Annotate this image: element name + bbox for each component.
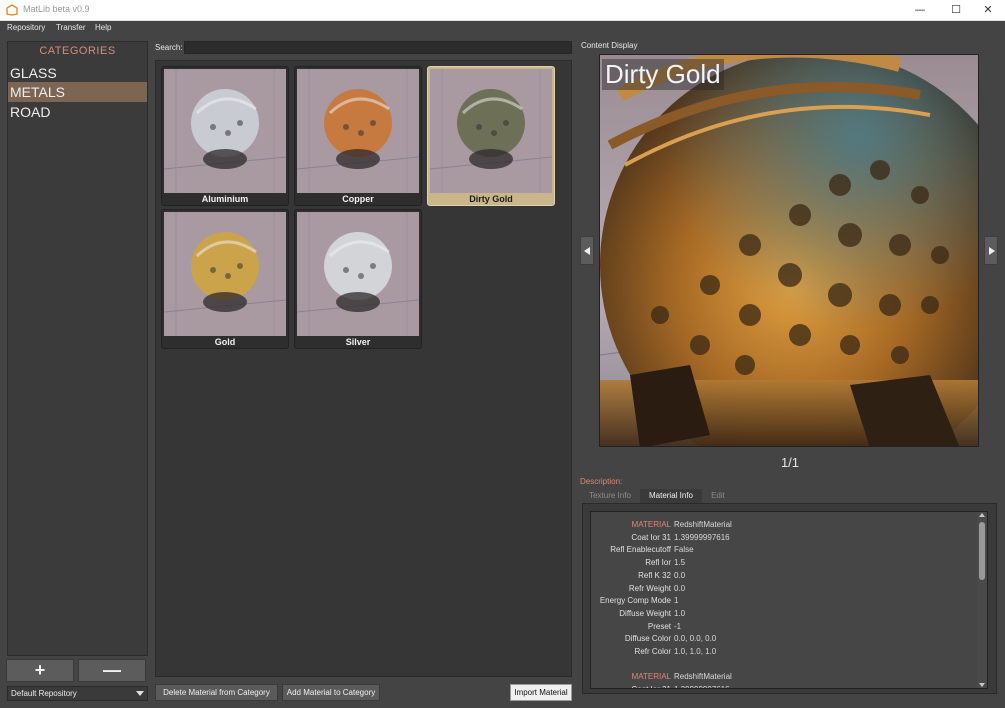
app-logo-icon [6,4,18,16]
tab-texture-info[interactable]: Texture Info [582,489,638,503]
property-value: 1.5 [674,558,686,568]
property-value: 1.0 [674,608,686,618]
material-tile[interactable]: Gold [161,209,289,349]
category-item-road[interactable]: ROAD [8,102,147,122]
material-thumbnail [297,212,419,336]
property-row: Refl K 32 0.0 [591,571,971,583]
page-counter: 1/1 [780,455,800,470]
property-row: Coat Ior 311.39999997616 [591,685,971,688]
property-key: MATERIAL [631,520,671,529]
next-button[interactable] [984,236,998,265]
description-label: Description: [580,477,623,486]
property-key: Coat Ior 31 [591,685,671,688]
search-label: Search: [155,43,183,52]
categories-panel: CATEGORIES GLASS METALS ROAD [7,41,148,656]
material-thumbnail [430,69,552,193]
repository-select[interactable]: Default Repository [7,686,148,701]
property-value: 1 [674,596,679,606]
menu-transfer[interactable]: Transfer [56,23,86,32]
maximize-button[interactable]: ☐ [938,0,974,21]
property-value: RedshiftMaterial [674,672,732,682]
category-item-glass[interactable]: GLASS [8,63,147,83]
material-thumbnail [164,212,286,336]
minimize-button[interactable]: — [902,0,938,21]
window-title: MatLib beta v0.9 [23,4,90,14]
property-key: Refr Weight [628,583,671,593]
property-value: 0.0, 0.0, 0.0 [674,634,717,644]
property-value: 1.39999997616 [674,685,730,688]
property-key: Refl Enablecutoff [610,545,671,555]
property-row: Refr Weight 0.0 [591,584,971,596]
content-display-label: Content Display [581,41,638,50]
chevron-down-icon [136,691,144,696]
delete-material-button[interactable]: Delete Material from Category [155,684,278,701]
property-row: Preset -1 [591,622,971,634]
scroll-down-icon[interactable] [979,683,985,687]
property-key: Refr Color [634,647,671,656]
property-row: Refl Enablecutoff False [591,545,971,557]
previous-button[interactable] [580,236,594,265]
property-key: MATERIAL [631,672,671,682]
description-scrollbar[interactable] [977,512,987,688]
property-value: 0.0 [674,570,686,580]
property-key: Diffuse Color [624,634,671,644]
material-tile[interactable]: Dirty Gold [427,66,555,206]
material-name: Silver [345,337,371,347]
material-thumbnail [297,69,419,193]
property-row: Energy Comp Mode 1 [591,596,971,608]
tab-material-info[interactable]: Material Info [640,489,702,503]
material-name: Gold [214,337,236,347]
close-button[interactable]: ✕ [970,0,1005,21]
scroll-up-icon[interactable] [979,513,985,517]
property-row: Diffuse Color 0.0, 0.0, 0.0 [591,634,971,646]
material-preview: Dirty Gold [599,54,979,447]
menu-repository[interactable]: Repository [7,23,45,32]
property-row: Coat Ior 311.39999997616 [591,533,971,545]
property-value: RedshiftMaterial [674,520,732,529]
material-tile[interactable]: Copper [294,66,422,206]
property-value: -1 [674,621,682,631]
property-row [591,660,971,672]
property-value: 1.0, 1.0, 1.0 [674,647,717,656]
title-bar: MatLib beta v0.9 — ☐ ✕ [0,0,1005,21]
preview-title: Dirty Gold [602,59,724,90]
remove-category-button[interactable]: — [78,659,146,682]
material-name: Copper [342,194,374,204]
property-row: Refr Color 1.0, 1.0, 1.0 [591,647,971,659]
property-value: 0.0 [674,583,686,593]
property-key: Energy Comp Mode [599,596,671,606]
arrow-left-icon [584,247,590,255]
property-value: 1.39999997616 [674,532,730,542]
add-material-button[interactable]: Add Material to Category [282,684,380,701]
property-key: Refl Ior [645,558,671,568]
material-thumbnail [164,69,286,193]
material-name: Dirty Gold [469,194,513,204]
property-row: MATERIAL RedshiftMaterial [591,672,971,684]
tab-edit[interactable]: Edit [704,489,732,503]
categories-header: CATEGORIES [39,45,116,57]
material-tile[interactable]: Aluminium [161,66,289,206]
arrow-right-icon [989,247,995,255]
material-tile[interactable]: Silver [294,209,422,349]
import-material-button[interactable]: Import Material [510,684,572,701]
material-info-list: MATERIAL RedshiftMaterial Coat Ior 31 1.399… [590,511,988,689]
menu-bar: Repository Transfer Help [0,21,1005,37]
property-value: False [674,545,694,555]
property-key: Diffuse Weight [619,608,671,618]
material-name: Aluminium [201,194,249,204]
property-key: Preset [647,621,671,631]
property-row: Refl Ior 1.5 [591,558,971,570]
property-key: Coat Ior 31 [631,532,671,542]
repository-select-value: Default Repository [11,689,77,698]
property-row: Diffuse Weight 1.0 [591,609,971,621]
search-input[interactable] [184,41,572,54]
property-row: MATERIAL RedshiftMaterial [591,520,971,532]
category-item-metals[interactable]: METALS [8,82,147,102]
preview-render-image [600,55,978,446]
add-category-button[interactable]: + [6,659,74,682]
menu-help[interactable]: Help [95,23,111,32]
scrollbar-thumb[interactable] [979,522,985,580]
property-key: Refl K 32 [638,570,671,580]
